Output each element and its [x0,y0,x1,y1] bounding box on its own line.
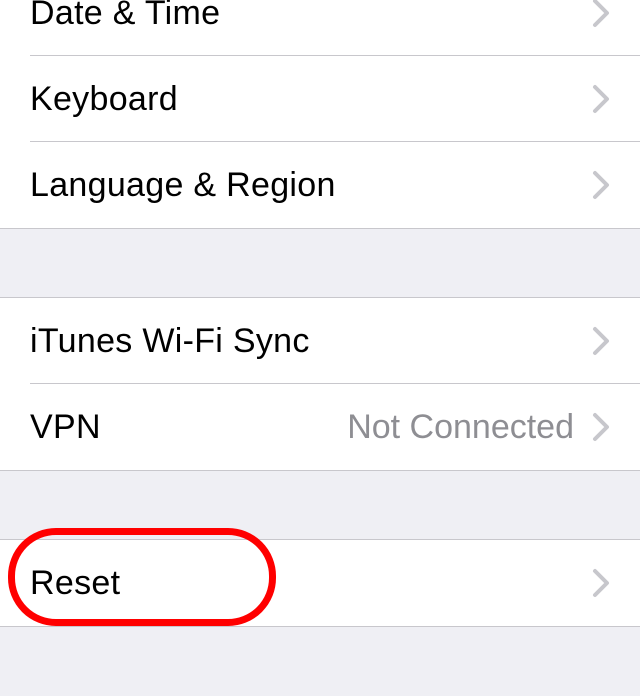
chevron-right-icon [592,170,610,200]
settings-section-3: Reset [0,539,640,627]
chevron-right-icon [592,568,610,598]
row-label: VPN [30,408,347,447]
chevron-right-icon [592,326,610,356]
chevron-right-icon [592,84,610,114]
chevron-right-icon [592,0,610,28]
row-label: Language & Region [30,166,592,205]
row-label: Reset [30,564,592,603]
row-itunes-wifi-sync[interactable]: iTunes Wi-Fi Sync [0,298,640,384]
row-vpn[interactable]: VPN Not Connected [0,384,640,470]
row-reset[interactable]: Reset [0,540,640,626]
section-gap [0,229,640,297]
section-gap [0,627,640,693]
row-label: Date & Time [30,0,592,33]
settings-section-2: iTunes Wi-Fi Sync VPN Not Connected [0,297,640,471]
chevron-right-icon [592,412,610,442]
settings-section-1: Date & Time Keyboard Language & Region [0,0,640,229]
section-gap [0,471,640,539]
row-value: Not Connected [347,408,574,447]
row-label: iTunes Wi-Fi Sync [30,322,592,361]
row-language-region[interactable]: Language & Region [0,142,640,228]
row-date-time[interactable]: Date & Time [0,0,640,56]
row-label: Keyboard [30,80,592,119]
row-keyboard[interactable]: Keyboard [0,56,640,142]
